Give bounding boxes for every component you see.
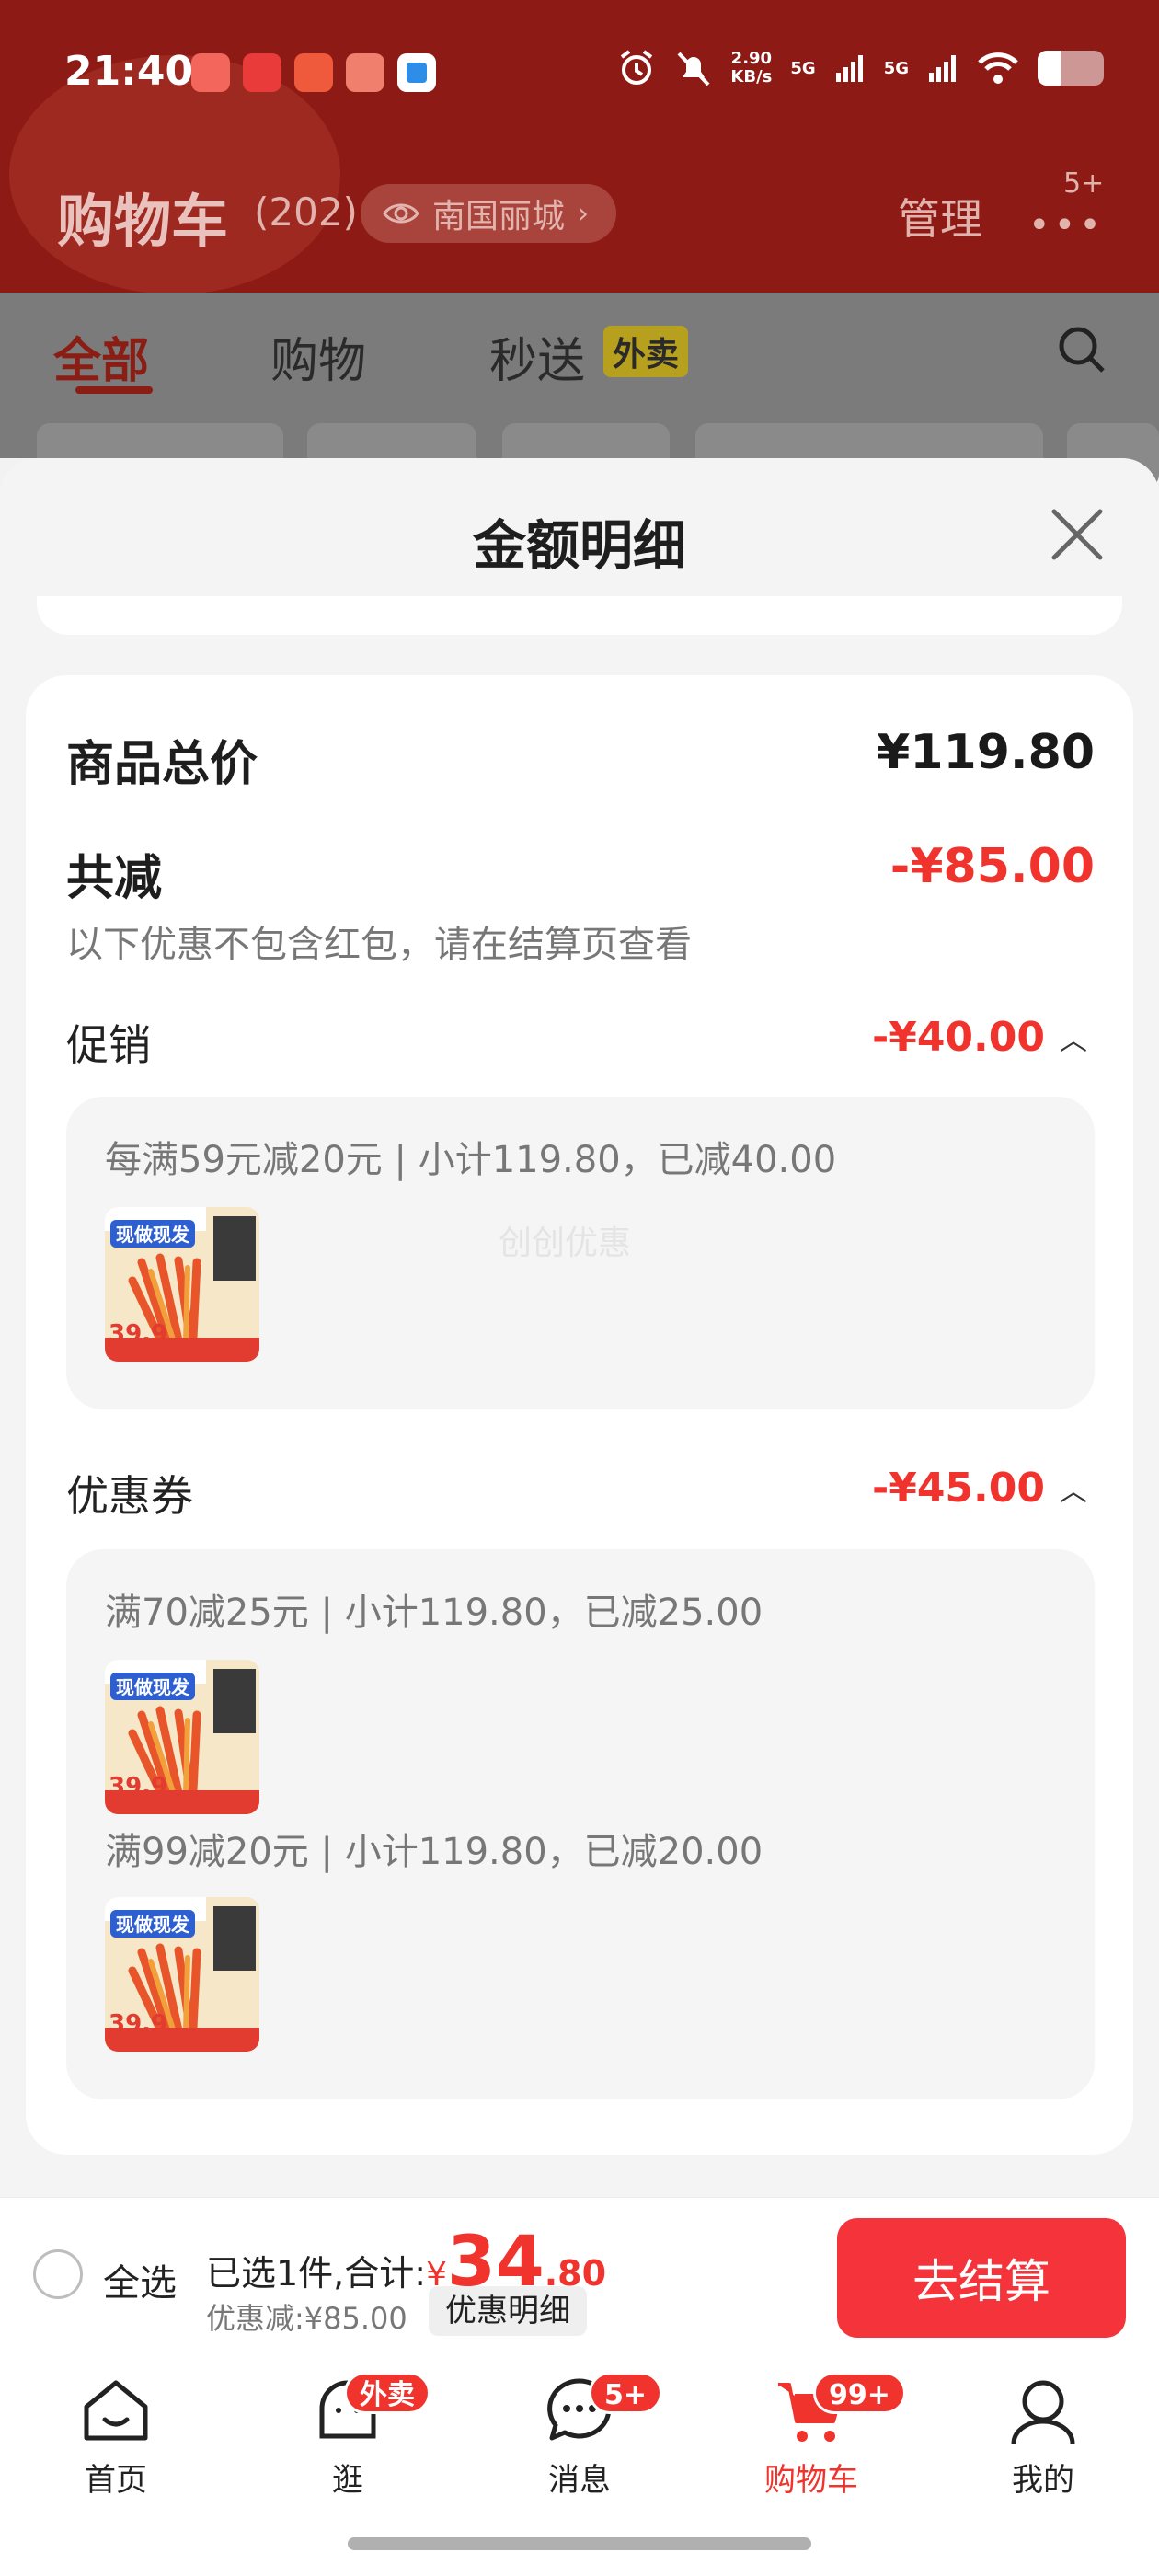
svg-text:39.9: 39.9	[109, 1320, 167, 1348]
tabbar-cart-badge: 99+	[813, 2372, 906, 2414]
selected-prefix: 已选1件,合计:	[206, 2253, 427, 2294]
cart-title: 购物车	[57, 188, 229, 255]
reduce-note: 以下优惠不包含红包，请在结算页查看	[66, 924, 692, 966]
tabbar-browse-badge: 外卖	[344, 2372, 430, 2414]
tabbar-browse[interactable]: 逛 外卖	[265, 2372, 430, 2500]
wifi-icon	[978, 52, 1018, 84]
more-icon[interactable]: •••	[1028, 204, 1105, 247]
waimai-tag: 外卖	[603, 326, 689, 377]
signal-icon	[929, 55, 956, 82]
tabbar-profile-label: 我的	[1012, 2462, 1074, 2499]
mute-icon	[677, 52, 710, 86]
promo-detail-box: 每满59元减20元 | 小计119.80，已减40.00 创创优惠 现做现发 3…	[66, 1097, 1095, 1409]
eye-icon	[383, 203, 419, 224]
app-notification-icon	[191, 53, 230, 92]
svg-text:现做现发: 现做现发	[116, 1224, 190, 1246]
signal-5g-2: 5G	[883, 58, 909, 78]
coupon-toggle[interactable]: -¥45.00 ︿	[872, 1465, 1087, 1512]
home-indicator[interactable]	[348, 2537, 811, 2550]
more-badge: 5+	[1063, 167, 1105, 200]
discount-detail-button[interactable]: 优惠明细	[429, 2286, 587, 2336]
coupon-label: 优惠券	[66, 1471, 193, 1521]
checkout-button[interactable]: 去结算	[837, 2218, 1126, 2338]
promo-toggle[interactable]: -¥40.00 ︿	[872, 1014, 1087, 1061]
total-price-label: 商品总价	[66, 737, 258, 792]
chevron-up-icon: ︿	[1060, 1475, 1087, 1508]
chevron-right-icon: ›	[578, 197, 590, 230]
tabbar-home[interactable]: 首页	[33, 2372, 199, 2500]
checkout-bar: 全选 已选1件,合计: ¥ 34 .80 优惠减:¥85.00 优惠明细 去结算	[0, 2197, 1159, 2355]
tabbar-browse-label: 逛	[332, 2462, 363, 2499]
select-all-checkbox[interactable]	[33, 2249, 83, 2299]
svg-text:现做现发: 现做现发	[116, 1914, 190, 1936]
tabbar-profile[interactable]: 我的	[960, 2372, 1126, 2500]
product-thumbnail[interactable]: 现做现发 39.9	[105, 1207, 259, 1362]
chevron-up-icon: ︿	[1060, 1024, 1087, 1057]
location-name: 南国丽城	[432, 198, 566, 236]
signal-5g-1: 5G	[790, 58, 816, 78]
watermark-text: 创创优惠	[499, 1225, 632, 1262]
app-notification-icon	[397, 53, 436, 92]
tabbar-messages-label: 消息	[548, 2462, 611, 2499]
tabbar-cart-label: 购物车	[764, 2462, 858, 2499]
location-selector[interactable]: 南国丽城 ›	[361, 184, 617, 243]
status-indicators: 2.90 KB/s 5G 5G	[616, 48, 1104, 88]
cart-count: (202)	[254, 190, 358, 235]
total-reduce-label: 共减	[66, 851, 163, 906]
sheet-title: 金额明细	[472, 514, 686, 577]
coupon-value: -¥45.00	[871, 1465, 1045, 1512]
home-icon	[84, 2380, 148, 2441]
product-image: 现做现发 39.9	[105, 1207, 259, 1362]
tab-shopping[interactable]: 购物	[270, 322, 366, 391]
signal-icon	[835, 55, 863, 82]
tab-all[interactable]: 全部	[53, 322, 149, 391]
tabbar-messages[interactable]: 消息 5+	[497, 2372, 663, 2500]
svg-text:39.9: 39.9	[109, 1773, 167, 1800]
scrolled-card-edge	[37, 596, 1122, 635]
product-image: 现做现发 39.9	[105, 1660, 259, 1814]
tabbar-cart[interactable]: 购物车 99+	[729, 2372, 906, 2500]
tabbar-home-label: 首页	[85, 2462, 147, 2499]
coupon-rule: 满99减20元 | 小计119.80，已减20.00	[105, 1831, 763, 1873]
battery-level	[1038, 51, 1061, 86]
search-icon[interactable]	[1056, 324, 1107, 375]
sheet-header: 金额明细	[0, 458, 1159, 615]
network-speed: 2.90 KB/s	[730, 49, 773, 86]
battery-icon	[1038, 51, 1104, 86]
app-notification-icon	[346, 53, 384, 92]
total-reduce-value: -¥85.00	[889, 839, 1095, 894]
coupon-detail-box: 满70减25元 | 小计119.80，已减25.00 现做现发 39.9 满99…	[66, 1549, 1095, 2099]
promo-rule: 每满59元减20元 | 小计119.80，已减40.00	[105, 1139, 837, 1181]
product-thumbnail[interactable]: 现做现发 39.9	[105, 1660, 259, 1814]
alarm-icon	[621, 50, 653, 85]
product-image: 现做现发 39.9	[105, 1897, 259, 2052]
promo-value: -¥40.00	[871, 1014, 1045, 1061]
detail-card: 商品总价 ¥119.80 共减 -¥85.00 以下优惠不包含红包，请在结算页查…	[26, 675, 1133, 2155]
app-notification-icon	[243, 53, 281, 92]
notification-app-icons	[191, 53, 436, 92]
svg-text:现做现发: 现做现发	[116, 1676, 190, 1698]
svg-text:39.9: 39.9	[109, 2010, 167, 2038]
status-time: 21:40	[64, 48, 194, 95]
manage-button[interactable]: 管理	[898, 186, 982, 247]
promo-label: 促销	[66, 1020, 151, 1070]
total-price-value: ¥119.80	[877, 725, 1095, 780]
app-notification-icon	[294, 53, 333, 92]
coupon-rule: 满70减25元 | 小计119.80，已减25.00	[105, 1592, 763, 1634]
tab-instant[interactable]: 秒送	[489, 322, 585, 391]
product-thumbnail[interactable]: 现做现发 39.9	[105, 1897, 259, 2052]
profile-icon	[1011, 2380, 1075, 2444]
status-bar: 21:40 2.90 KB/s 5G 5G	[0, 0, 1159, 147]
tabbar-messages-badge: 5+	[589, 2372, 663, 2414]
discount-amount: 优惠减:¥85.00	[206, 2301, 407, 2336]
tab-active-underline	[75, 386, 153, 394]
close-icon[interactable]	[1049, 506, 1106, 563]
select-all-label[interactable]: 全选	[103, 2253, 177, 2306]
